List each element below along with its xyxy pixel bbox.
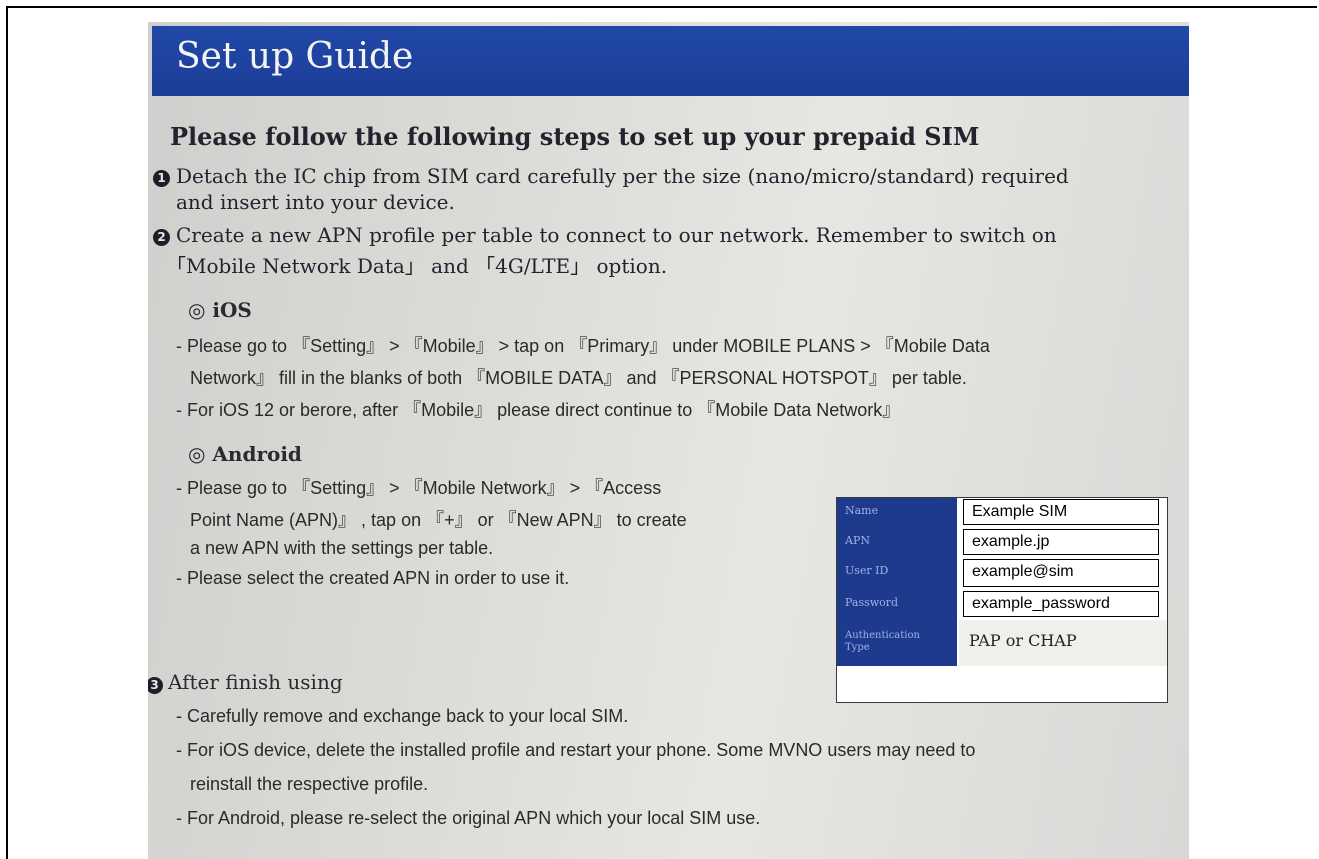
step-3-line-1: - Carefully remove and exchange back to …	[176, 706, 629, 726]
apn-value-auth-type: PAP or CHAP	[959, 620, 1167, 666]
apn-label-apn: APN	[837, 528, 957, 558]
apn-value-name: Example SIM	[963, 499, 1159, 525]
title-bar: Set up Guide	[152, 26, 1189, 96]
step-2-line-1: Create a new APN profile per table to co…	[176, 223, 1057, 247]
guide-heading: Please follow the following steps to set…	[170, 122, 980, 151]
ios-instruction-line-1: - Please go to 『Setting』 > 『Mobile』 > ta…	[176, 336, 990, 356]
step-3-line-2: - For iOS device, delete the installed p…	[176, 740, 976, 760]
step-1-number-icon: 1	[153, 170, 170, 187]
step-3-number-icon: 3	[148, 677, 163, 694]
setup-guide-card: Set up Guide Please follow the following…	[148, 22, 1189, 859]
android-instruction-line-2: Point Name (APN)』 , tap on 『+』 or 『New A…	[190, 510, 687, 530]
apn-row-apn: APN example.jp	[837, 528, 1167, 558]
step-2-number-icon: 2	[153, 229, 170, 246]
apn-row-user-id: User ID example@sim	[837, 558, 1167, 590]
step-1-line-1: Detach the IC chip from SIM card careful…	[176, 164, 1069, 188]
android-instruction-line-3: a new APN with the settings per table.	[190, 538, 494, 558]
android-instruction-line-4: - Please select the created APN in order…	[176, 568, 570, 588]
step-3-line-3: reinstall the respective profile.	[190, 774, 429, 794]
android-instruction-line-1: - Please go to 『Setting』 > 『Mobile Netwo…	[176, 478, 662, 498]
ios-section-title: ◎ iOS	[188, 298, 252, 322]
step-3-line-4: - For Android, please re-select the orig…	[176, 808, 761, 828]
step-3-title: After finish using	[168, 670, 343, 694]
apn-row-password: Password example_password	[837, 590, 1167, 620]
apn-settings-table: Name Example SIM APN example.jp User ID …	[836, 497, 1168, 703]
step-1-line-2: and insert into your device.	[176, 190, 455, 214]
apn-row-auth-type: Authentication Type PAP or CHAP	[837, 620, 1167, 666]
apn-row-name: Name Example SIM	[837, 498, 1167, 528]
apn-label-auth-type: Authentication Type	[837, 620, 957, 666]
apn-value-user-id: example@sim	[963, 559, 1159, 587]
ios-instruction-line-2: Network』 fill in the blanks of both 『MOB…	[190, 368, 967, 388]
page-title: Set up Guide	[176, 36, 414, 77]
apn-label-name: Name	[837, 498, 957, 528]
apn-label-password: Password	[837, 590, 957, 620]
ios-instruction-line-3: - For iOS 12 or berore, after 『Mobile』 p…	[176, 400, 901, 420]
apn-value-apn: example.jp	[963, 529, 1159, 555]
step-2-line-2: 「Mobile Network Data」 and 「4G/LTE」 optio…	[166, 254, 668, 278]
apn-value-password: example_password	[963, 591, 1159, 617]
android-section-title: ◎ Android	[188, 442, 302, 466]
apn-label-user-id: User ID	[837, 558, 957, 590]
